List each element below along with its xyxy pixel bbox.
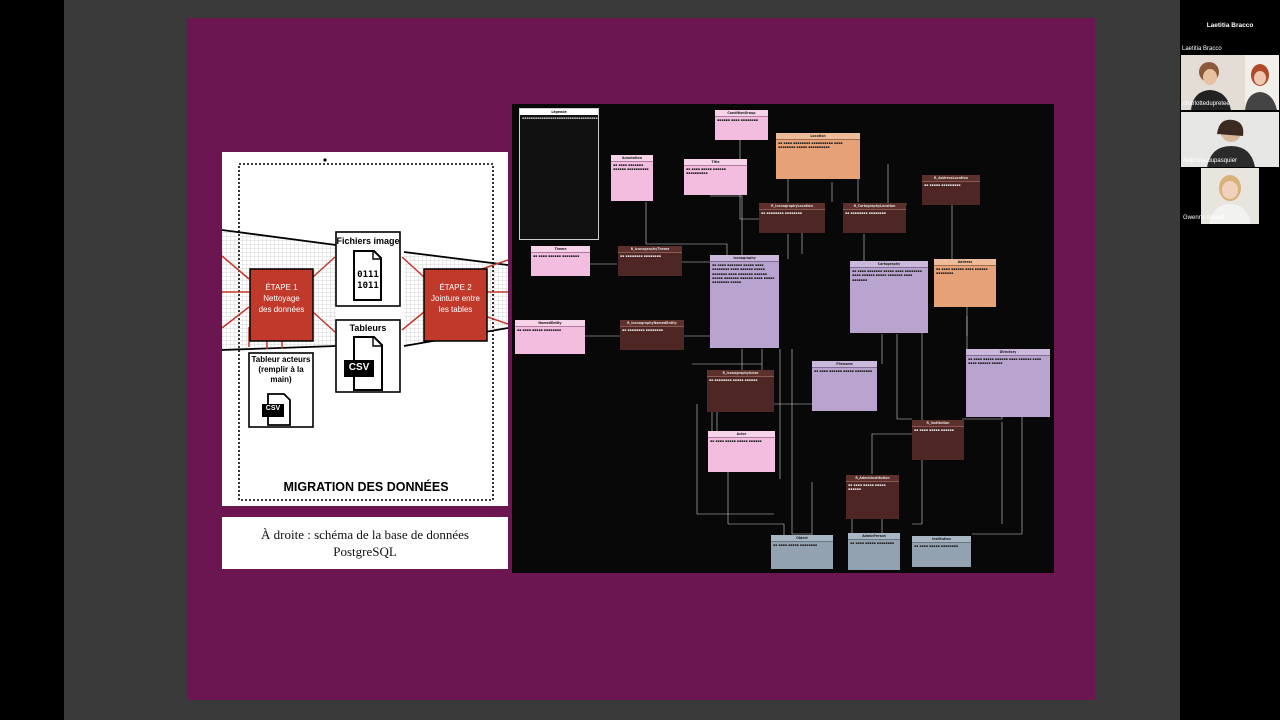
fichiers-image-label: Fichiers image [336, 236, 400, 246]
entity-title: Title ▪▪ ▪▪▪▪ ▪▪▪▪▪ ▪▪▪▪▪▪ ▪▪▪▪▪▪▪▪▪▪ [684, 159, 747, 195]
participant-name-delphine: delphine.dupasquier [1183, 158, 1238, 164]
caption-line1: À droite : schéma de la base de données [261, 527, 469, 542]
participant-tile-gwenna[interactable]: Gwenna Briand [1181, 168, 1279, 224]
participant-tile-charlotte[interactable]: charlottedupretee [1181, 55, 1279, 110]
caption-line2: PostgreSQL [333, 544, 397, 559]
etape2-text2: les tables [438, 305, 473, 314]
entity-iconography: Iconography ▪▪ ▪▪▪▪ ▪▪▪▪▪▪▪ ▪▪▪▪▪ ▪▪▪▪ ▪▪… [710, 255, 779, 348]
entity-object: Object ▪▪ ▪▪▪▪ ▪▪▪▪▪ ▪▪▪▪▪▪▪▪ [771, 535, 833, 569]
entity-adminperson: AdminPerson ▪▪ ▪▪▪▪ ▪▪▪▪▪ ▪▪▪▪▪▪▪▪ [848, 533, 900, 570]
entity-r-addresslocation: R_AddressLocation ▪▪ ▪▪▪▪▪ ▪▪▪▪▪▪▪▪▪ [922, 175, 980, 205]
entity-r-iconographyactor: R_IconographyActor ▪▪ ▪▪▪▪▪▪▪▪ ▪▪▪▪▪ ▪▪▪▪… [707, 370, 774, 412]
entity-namedentity: NamedEntity ▪▪ ▪▪▪▪ ▪▪▪▪▪ ▪▪▪▪▪▪▪▪ [515, 320, 585, 354]
participant-label-laetitia: Laetitia Bracco [1182, 46, 1222, 52]
entity-r-iconographynamedentity: R_IconographyNamedEntity ▪▪ ▪▪▪▪▪▪▪▪ ▪▪▪▪… [620, 320, 684, 350]
mouse-cursor-dot [323, 158, 327, 162]
entity-annotation: Annotation ▪▪ ▪▪▪▪ ▪▪▪▪▪▪▪ ▪▪▪▪▪▪ ▪▪▪▪▪▪▪… [611, 155, 653, 201]
schema-legend: Légende ▪▪▪▪▪▪▪▪▪▪▪▪▪▪▪▪▪▪▪▪▪▪▪▪▪▪▪▪▪▪▪▪… [519, 108, 599, 240]
entity-r-iconographylocation: R_IconographyLocation ▪▪ ▪▪▪▪▪▪▪▪ ▪▪▪▪▪▪▪… [759, 203, 825, 233]
entity-filename: Filename ▪▪ ▪▪▪▪ ▪▪▪▪▪▪ ▪▪▪▪▪ ▪▪▪▪▪▪▪▪ [812, 361, 877, 411]
entity-institution: Institution ▪▪ ▪▪▪▪ ▪▪▪▪▪ ▪▪▪▪▪▪▪▪ [912, 536, 971, 567]
migration-title: MIGRATION DES DONNÉES [283, 480, 449, 494]
csv-small-label: CSV [265, 405, 281, 412]
database-schema: Légende ▪▪▪▪▪▪▪▪▪▪▪▪▪▪▪▪▪▪▪▪▪▪▪▪▪▪▪▪▪▪▪▪… [512, 104, 1054, 573]
active-speaker-name: Laetitia Bracco [1206, 22, 1254, 29]
etape1-title: ÉTAPE 1 [265, 283, 298, 292]
binary-digits: 0111 1011 [356, 270, 380, 292]
entity-cartography: Cartography ▪▪ ▪▪▪▪ ▪▪▪▪▪▪▪ ▪▪▪▪▪ ▪▪▪▪ ▪▪… [850, 261, 928, 333]
entity-theme: Theme ▪▪ ▪▪▪▪ ▪▪▪▪▪▪ ▪▪▪▪▪▪▪▪ [531, 246, 590, 276]
entity-r-iconographytheme: R_IconographyTheme ▪▪ ▪▪▪▪▪▪▪▪ ▪▪▪▪▪▪▪▪ [618, 246, 682, 276]
migration-diagram: Fichiers image 0111 1011 Tableurs CSV ÉT… [222, 152, 508, 506]
entity-actor: Actor ▪▪ ▪▪▪▪ ▪▪▪▪▪ ▪▪▪▪▪ ▪▪▪▪▪▪ [708, 431, 775, 472]
etape1-label: ÉTAPE 1 Nettoyage des données [250, 282, 313, 315]
csv-large-label: CSV [348, 362, 370, 373]
entity-r-cartographylocation: R_CartographyLocation ▪▪ ▪▪▪▪▪▪▪▪ ▪▪▪▪▪▪▪… [843, 203, 906, 233]
etape2-title: ÉTAPE 2 [439, 283, 472, 292]
binary-bottom: 1011 [357, 281, 379, 291]
entity-location: Location ▪▪ ▪▪▪▪ ▪▪▪▪▪▪▪▪ ▪▪▪▪▪▪▪▪▪▪ ▪▪▪▪… [776, 133, 860, 179]
entity-r-admininstitution: R_AdminInstitution ▪▪ ▪▪▪▪ ▪▪▪▪▪ ▪▪▪▪▪ ▪▪… [846, 475, 899, 519]
etape1-text2: des données [258, 305, 305, 314]
etape2-text1: Jointure entre [431, 294, 480, 303]
participants-strip: Laetitia Bracco Laetitia Bracco charlott… [1180, 0, 1280, 720]
entity-conditiongroup: ConditionGroup ▪▪▪▪▪▪ ▪▪▪▪ ▪▪▪▪▪▪▪▪ [715, 110, 768, 140]
tableur-acteurs-text1: Tableur acteurs [251, 355, 311, 364]
entity-directory: Directory ▪▪ ▪▪▪▪ ▪▪▪▪▪ ▪▪▪▪▪▪ ▪▪▪▪ ▪▪▪▪▪… [966, 349, 1050, 417]
entity-address: Address ▪▪ ▪▪▪▪ ▪▪▪▪▪▪ ▪▪▪▪ ▪▪▪▪▪▪ ▪▪▪▪▪▪… [934, 259, 996, 307]
tableur-acteurs-text2: (remplir à la [258, 365, 304, 374]
tableurs-label: Tableurs [349, 323, 387, 333]
participant-tile-delphine[interactable]: delphine.dupasquier [1181, 112, 1279, 167]
slide-caption: À droite : schéma de la base de données … [222, 517, 508, 569]
participant-name-charlotte: charlottedupretee [1183, 101, 1230, 107]
binary-top: 0111 [357, 270, 379, 280]
tableur-acteurs-label: Tableur acteurs (remplir à la main) [249, 355, 313, 385]
meeting-window: Fichiers image 0111 1011 Tableurs CSV ÉT… [0, 0, 1280, 720]
etape2-label: ÉTAPE 2 Jointure entre les tables [424, 282, 487, 315]
participant-name-gwenna: Gwenna Briand [1183, 215, 1225, 221]
tableur-acteurs-text3: main) [270, 375, 292, 384]
etape1-text1: Nettoyage [263, 294, 300, 303]
entity-r-institution: R_Institution ▪▪ ▪▪▪▪ ▪▪▪▪▪ ▪▪▪▪▪▪ [912, 420, 964, 460]
